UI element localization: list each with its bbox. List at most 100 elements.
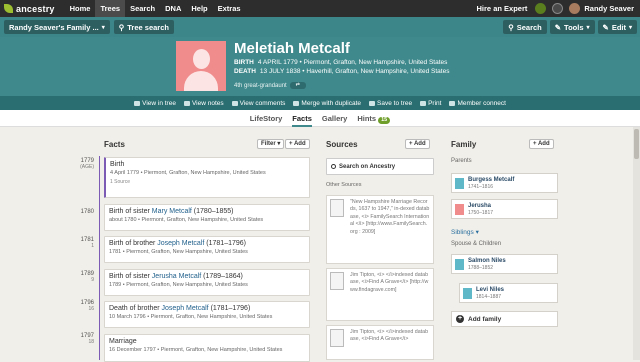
nav-dna[interactable]: DNA (160, 0, 186, 17)
person-name: Burgess Metcalf (468, 176, 515, 183)
document-icon (330, 329, 344, 347)
fact-year: 1797 18 (80, 333, 94, 345)
add-family-label: Add family (468, 315, 502, 323)
merge-duplicate-button[interactable]: Merge with duplicate (293, 100, 361, 107)
search-icon (331, 164, 336, 169)
tree-search-button[interactable]: ⚲ Tree search (113, 20, 174, 34)
male-avatar-icon (455, 177, 464, 189)
family-heading: Family (451, 140, 477, 149)
person-link[interactable]: Joseph Metcalf (162, 305, 209, 312)
person-name: Salmon Niles (468, 257, 506, 264)
person-portrait-placeholder[interactable] (176, 41, 226, 91)
relationship-path-icon[interactable]: ⇄ (289, 82, 306, 89)
hire-expert-link[interactable]: Hire an Expert (477, 4, 528, 13)
fact-title: Marriage (109, 338, 137, 345)
pencil-icon: ✎ (602, 22, 609, 32)
fact-title: Birth of brother Joseph Metcalf (1781–17… (109, 240, 246, 247)
view-in-tree-label: View in tree (142, 99, 176, 107)
hints-count-badge: 15 (378, 116, 391, 124)
fact-detail: 16 December 1797 • Piermont, Grafton, Ne… (109, 347, 283, 353)
people-icon: ⚲ (118, 22, 125, 32)
username[interactable]: Randy Seaver (584, 4, 634, 13)
fact-year: 1781 1 (80, 237, 94, 249)
add-family-member-button[interactable]: + Add (529, 139, 554, 149)
member-connect-button[interactable]: Member connect (449, 100, 506, 107)
fact-title: Birth of sister Jerusha Metcalf (1789–18… (109, 273, 243, 280)
parents-label: Parents (451, 158, 472, 164)
tools-button[interactable]: ✎ Tools ▾ (549, 20, 595, 34)
parent-card-mother[interactable]: Jerusha 1750–1817 (451, 199, 558, 219)
male-avatar-icon (463, 287, 472, 299)
search-icon: ⚲ (508, 22, 514, 32)
scrollbar-thumb[interactable] (634, 129, 639, 159)
filter-button[interactable]: Filter ▾ (257, 139, 285, 149)
tab-facts[interactable]: Facts (292, 110, 312, 127)
siblings-toggle[interactable]: Siblings ▾ (451, 228, 479, 236)
tab-hints[interactable]: Hints 15 (357, 110, 391, 127)
fact-card-sibling-birth[interactable]: Birth of sister Jerusha Metcalf (1789–18… (104, 269, 310, 296)
tab-gallery[interactable]: Gallery (322, 110, 347, 127)
nav-trees[interactable]: Trees (95, 0, 126, 17)
source-citation: Jim Tipton, <i> </i>indexed database, <i… (350, 329, 429, 343)
source-card[interactable]: "New Hampshire Marriage Records, 1637 to… (326, 195, 434, 264)
fact-card-sibling-birth[interactable]: Birth of brother Joseph Metcalf (1781–17… (104, 236, 310, 263)
print-button[interactable]: Print (420, 100, 441, 107)
fact-card-marriage[interactable]: Marriage 16 December 1797 • Piermont, Gr… (104, 334, 310, 362)
people-icon (449, 100, 456, 106)
fact-detail: 1789 • Piermont, Grafton, New Hampshire,… (109, 282, 248, 288)
ancestry-logo[interactable]: ancestry (4, 4, 55, 14)
add-family-button[interactable]: + Add family (451, 311, 558, 327)
fact-year: 1796 16 (80, 300, 94, 312)
chevron-down-icon: ▾ (101, 24, 105, 31)
female-avatar-icon (455, 203, 464, 215)
nav-search[interactable]: Search (125, 0, 160, 17)
search-on-ancestry-label: Search on Ancestry (339, 163, 396, 170)
tree-selector-button[interactable]: Randy Seaver's Family ... ▾ (4, 20, 110, 34)
main-nav: Home Trees Search DNA Help Extras (65, 0, 246, 17)
person-link[interactable]: Joseph Metcalf (157, 240, 204, 247)
parent-card-father[interactable]: Burgess Metcalf 1741–1816 (451, 173, 558, 193)
tree-name: Randy Seaver's Family ... (9, 22, 99, 32)
spouse-card[interactable]: Salmon Niles 1788–1852 (451, 254, 558, 274)
fact-card-sibling-birth[interactable]: Birth of sister Mary Metcalf (1780–1855)… (104, 204, 310, 231)
person-name: Jerusha (468, 202, 492, 209)
fact-detail: about 1780 • Piermont, Grafton, New Hamp… (109, 217, 264, 223)
edit-button[interactable]: ✎ Edit ▾ (597, 20, 637, 34)
fact-card-sibling-death[interactable]: Death of brother Joseph Metcalf (1781–17… (104, 301, 310, 328)
view-notes-label: View notes (191, 99, 224, 107)
view-in-tree-button[interactable]: View in tree (134, 100, 176, 107)
chevron-down-icon: ▾ (628, 24, 632, 31)
messages-icon[interactable] (552, 3, 564, 14)
merge-label: Merge with duplicate (301, 99, 362, 107)
siblings-label: Siblings (451, 229, 474, 236)
page-scrollbar[interactable] (633, 127, 640, 360)
nav-home[interactable]: Home (65, 0, 96, 17)
relationship-text: 4th great-grandaunt (234, 83, 287, 90)
account-area: Hire an Expert Randy Seaver (477, 0, 640, 17)
source-card[interactable]: Jim Tipton, <i> </i>indexed database, <i… (326, 325, 434, 360)
person-link[interactable]: Mary Metcalf (152, 208, 192, 215)
view-comments-button[interactable]: View comments (231, 100, 285, 107)
fact-title: Death of brother Joseph Metcalf (1781–17… (109, 305, 251, 312)
sources-heading: Sources (326, 140, 358, 149)
person-link[interactable]: Jerusha Metcalf (152, 273, 201, 280)
search-button[interactable]: ⚲ Search (503, 20, 547, 34)
view-notes-button[interactable]: View notes (183, 99, 224, 107)
tree-icon (134, 100, 141, 106)
fact-card-birth[interactable]: Birth 4 April 1779 • Piermont, Grafton, … (104, 157, 310, 198)
add-source-button[interactable]: + Add (405, 139, 430, 149)
child-card[interactable]: Levi Niles 1814–1887 (459, 283, 558, 303)
fact-source-count[interactable]: 1 Source (110, 179, 305, 185)
fact-year: 1779 (AGE) (80, 158, 94, 170)
save-to-tree-button[interactable]: Save to tree (369, 100, 412, 107)
search-on-ancestry-button[interactable]: Search on Ancestry (326, 158, 434, 175)
user-avatar[interactable] (569, 3, 581, 14)
nav-extras[interactable]: Extras (213, 0, 246, 17)
tab-lifestory[interactable]: LifeStory (250, 110, 283, 127)
add-fact-button[interactable]: + Add (285, 139, 310, 149)
hints-leaf-icon[interactable] (535, 3, 547, 14)
nav-help[interactable]: Help (186, 0, 212, 17)
source-card[interactable]: Jim Tipton, <i> </i>indexed database, <i… (326, 268, 434, 321)
plus-icon (369, 100, 376, 106)
facts-heading: Facts (104, 140, 125, 149)
